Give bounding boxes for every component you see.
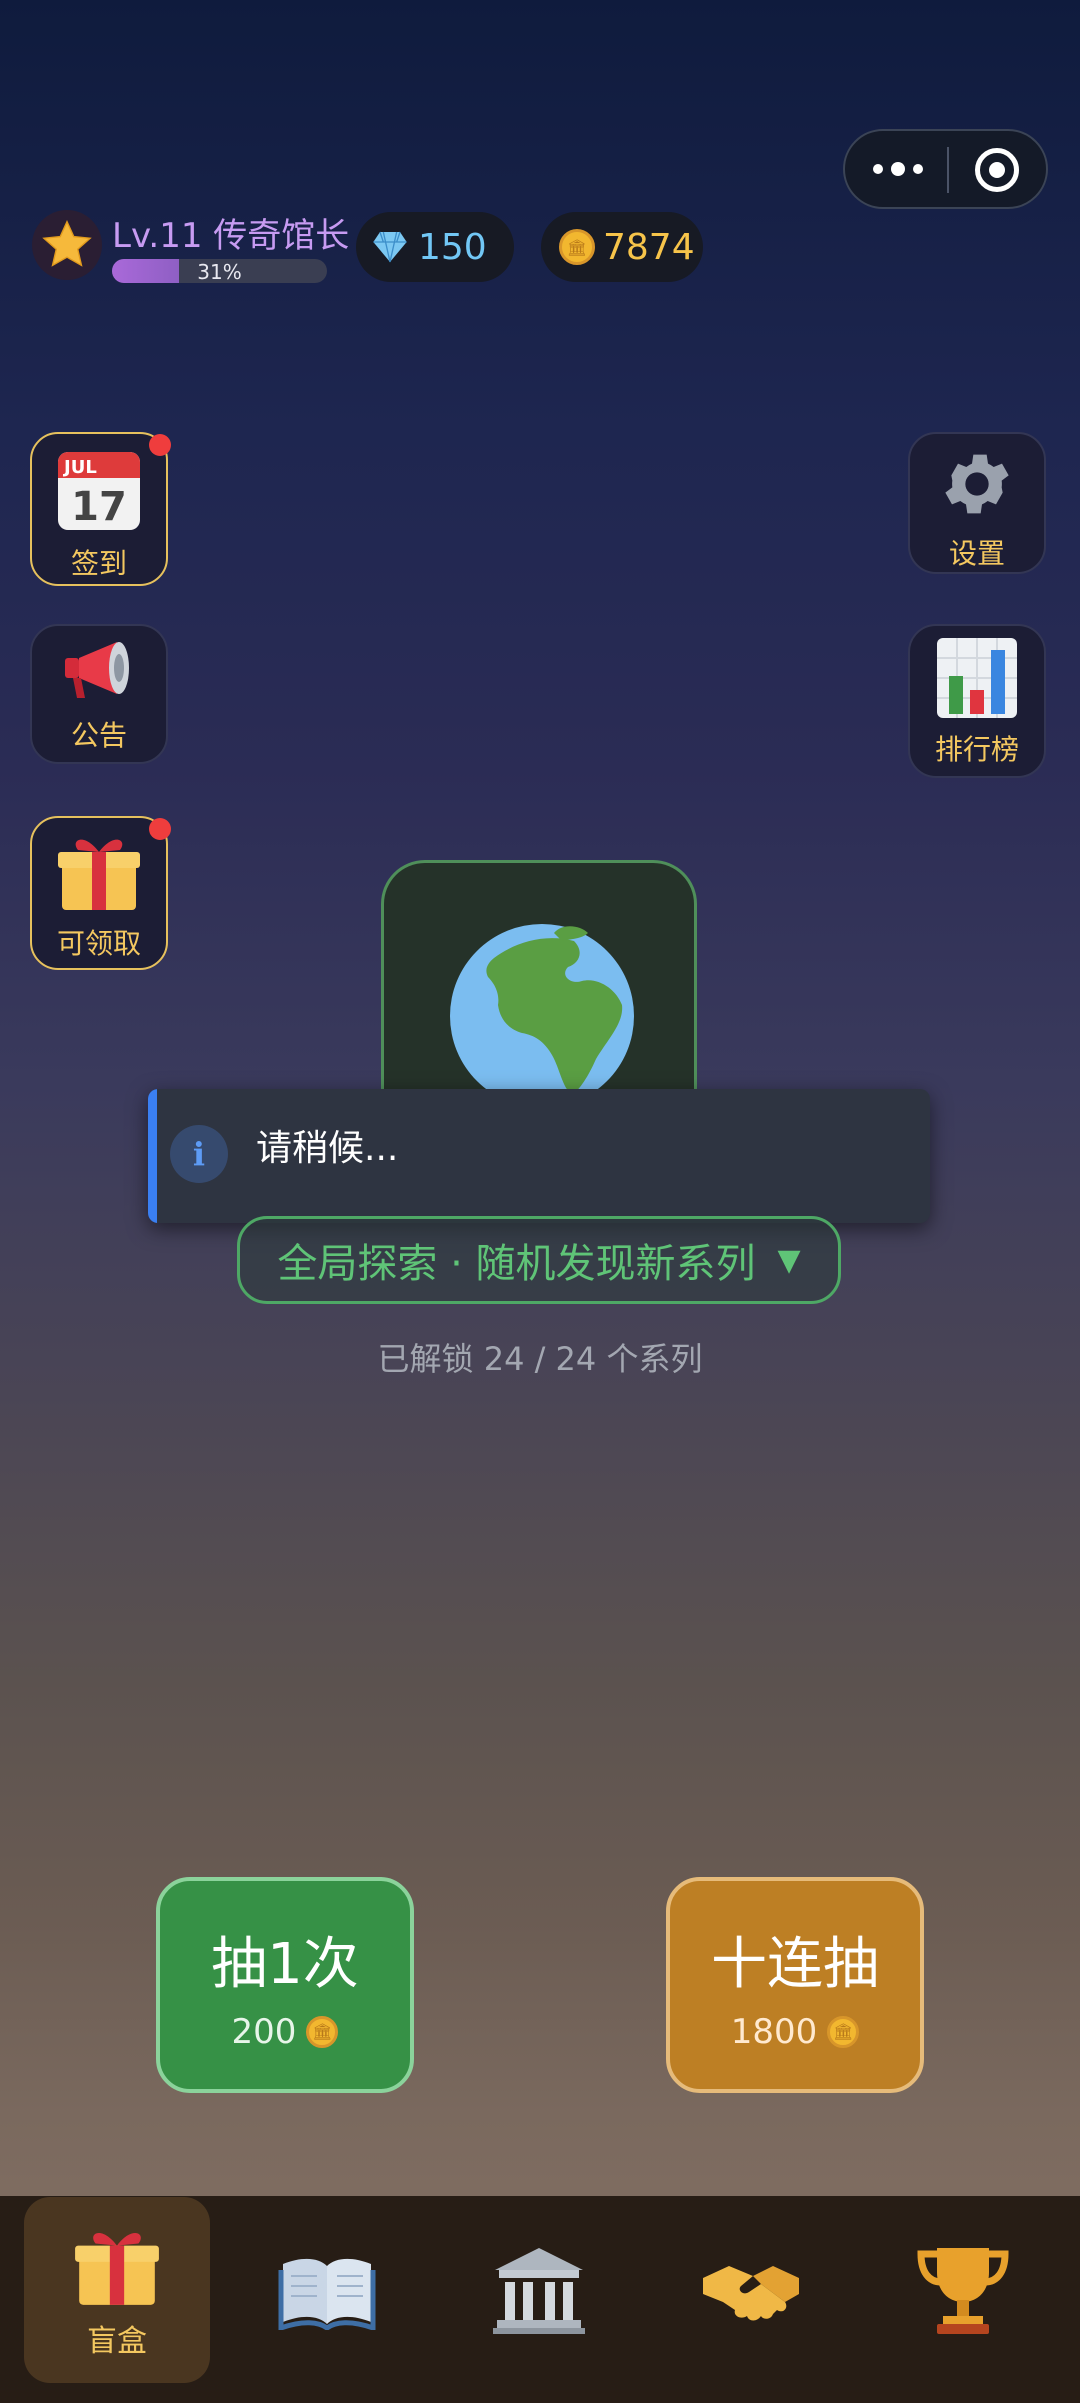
claimable-badge [149,818,171,840]
toast-message: 请稍候... [256,1128,399,1169]
nav-trade[interactable] [658,2197,844,2383]
coins-value: 7874 [603,226,695,268]
draw-ten-button[interactable]: 十连抽 1800 🏛 [666,1877,924,2093]
close-target-icon[interactable] [975,148,1019,192]
gems-value: 150 [418,226,487,268]
gift-icon [75,2232,159,2305]
bar-chart-icon [935,636,1019,724]
checkin-label: 签到 [70,547,127,580]
coin-icon: 🏛 [306,2015,339,2048]
trophy-icon [917,2248,1009,2334]
book-icon [278,2258,376,2330]
nav-trophy[interactable] [870,2197,1056,2383]
gear-icon [937,444,1017,528]
leaderboard-label: 排行榜 [934,733,1019,766]
draw-ten-label: 十连抽 [711,1931,879,1997]
calendar-icon: JUL 17 [54,444,144,538]
checkin-button[interactable]: JUL 17 签到 [30,432,168,586]
toast-accent-bar [148,1089,157,1223]
coin-icon: 🏛 [827,2015,860,2048]
coins-counter[interactable]: 🏛 7874 [541,212,703,282]
draw-once-cost: 200 [231,2011,297,2052]
gems-counter[interactable]: 150 [356,212,514,282]
museum-icon [493,2248,585,2334]
unlocked-count: 已解锁 24 / 24 个系列 [377,1340,703,1378]
capsule-divider [947,147,949,193]
globe-icon [450,924,634,1100]
megaphone-icon [59,636,139,710]
settings-label: 设置 [948,537,1005,570]
draw-once-label: 抽1次 [211,1931,359,1997]
nav-blind-box[interactable]: 盲盒 [24,2197,210,2383]
xp-percent: 31% [197,260,242,284]
nav-museum[interactable] [446,2197,632,2383]
calendar-month: JUL [62,457,97,478]
nav-book[interactable] [234,2197,420,2383]
info-icon: i [170,1125,228,1183]
coin-icon: 🏛 [559,229,595,265]
triangle-down-icon: ▼ [777,1242,801,1278]
gift-icon [54,828,144,918]
calendar-day: 17 [71,484,127,530]
draw-ten-cost: 1800 [730,2011,818,2052]
series-dropdown-label: 全局探索 · 随机发现新系列 [277,1241,756,1287]
settings-button[interactable]: 设置 [908,432,1046,574]
series-dropdown[interactable]: 全局探索 · 随机发现新系列 ▼ [237,1216,841,1304]
diamond-icon [373,231,407,263]
avatar-star-icon[interactable] [32,210,102,280]
handshake-icon [703,2266,799,2321]
series-card[interactable] [381,860,697,1100]
level-title: Lv.11 传奇馆长 [112,216,350,256]
announcement-button[interactable]: 公告 [30,624,168,764]
nav-blind-box-label: 盲盒 [87,2324,147,2359]
draw-once-button[interactable]: 抽1次 200 🏛 [156,1877,414,2093]
mini-program-capsule [843,129,1048,209]
loading-toast: i 请稍候... [148,1089,930,1223]
more-menu-button[interactable] [873,151,943,187]
leaderboard-button[interactable]: 排行榜 [908,624,1046,778]
announcement-label: 公告 [70,719,127,752]
claimable-button[interactable]: 可领取 [30,816,168,970]
checkin-badge [149,434,171,456]
claimable-label: 可领取 [56,927,141,960]
